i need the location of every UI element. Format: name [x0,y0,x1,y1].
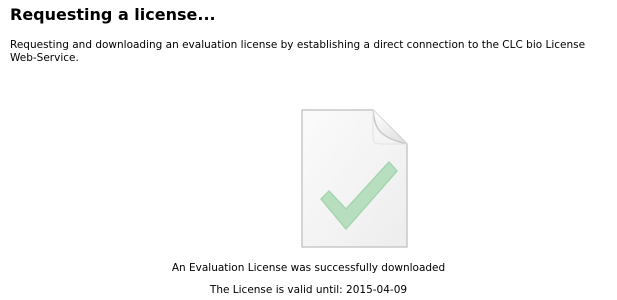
license-validity-text: The License is valid until: 2015-04-09 [209,284,408,296]
page-description: Requesting and downloading an evaluation… [10,39,586,64]
document-checkmark-icon [301,109,408,248]
download-status-message: An Evaluation License was successfully d… [171,262,446,274]
page-title: Requesting a license... [10,5,216,24]
